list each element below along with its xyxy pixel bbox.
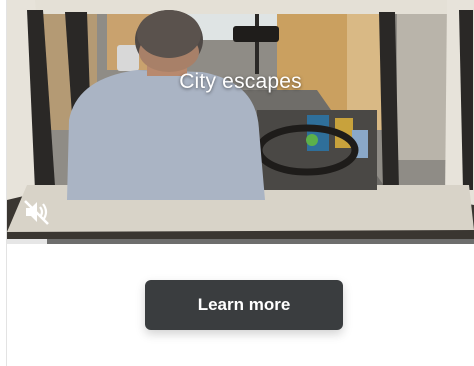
learn-more-button[interactable]: Learn more <box>145 280 343 330</box>
video-player[interactable]: City escapes <box>7 0 474 244</box>
video-frame <box>7 0 474 244</box>
mute-toggle-button[interactable] <box>23 199 51 225</box>
speaker-muted-icon <box>24 200 49 225</box>
video-title: City escapes <box>179 70 302 93</box>
ad-card: City escapes Learn more <box>0 0 474 366</box>
video-progress-fill <box>7 239 47 244</box>
video-progress-bar[interactable] <box>7 239 474 244</box>
